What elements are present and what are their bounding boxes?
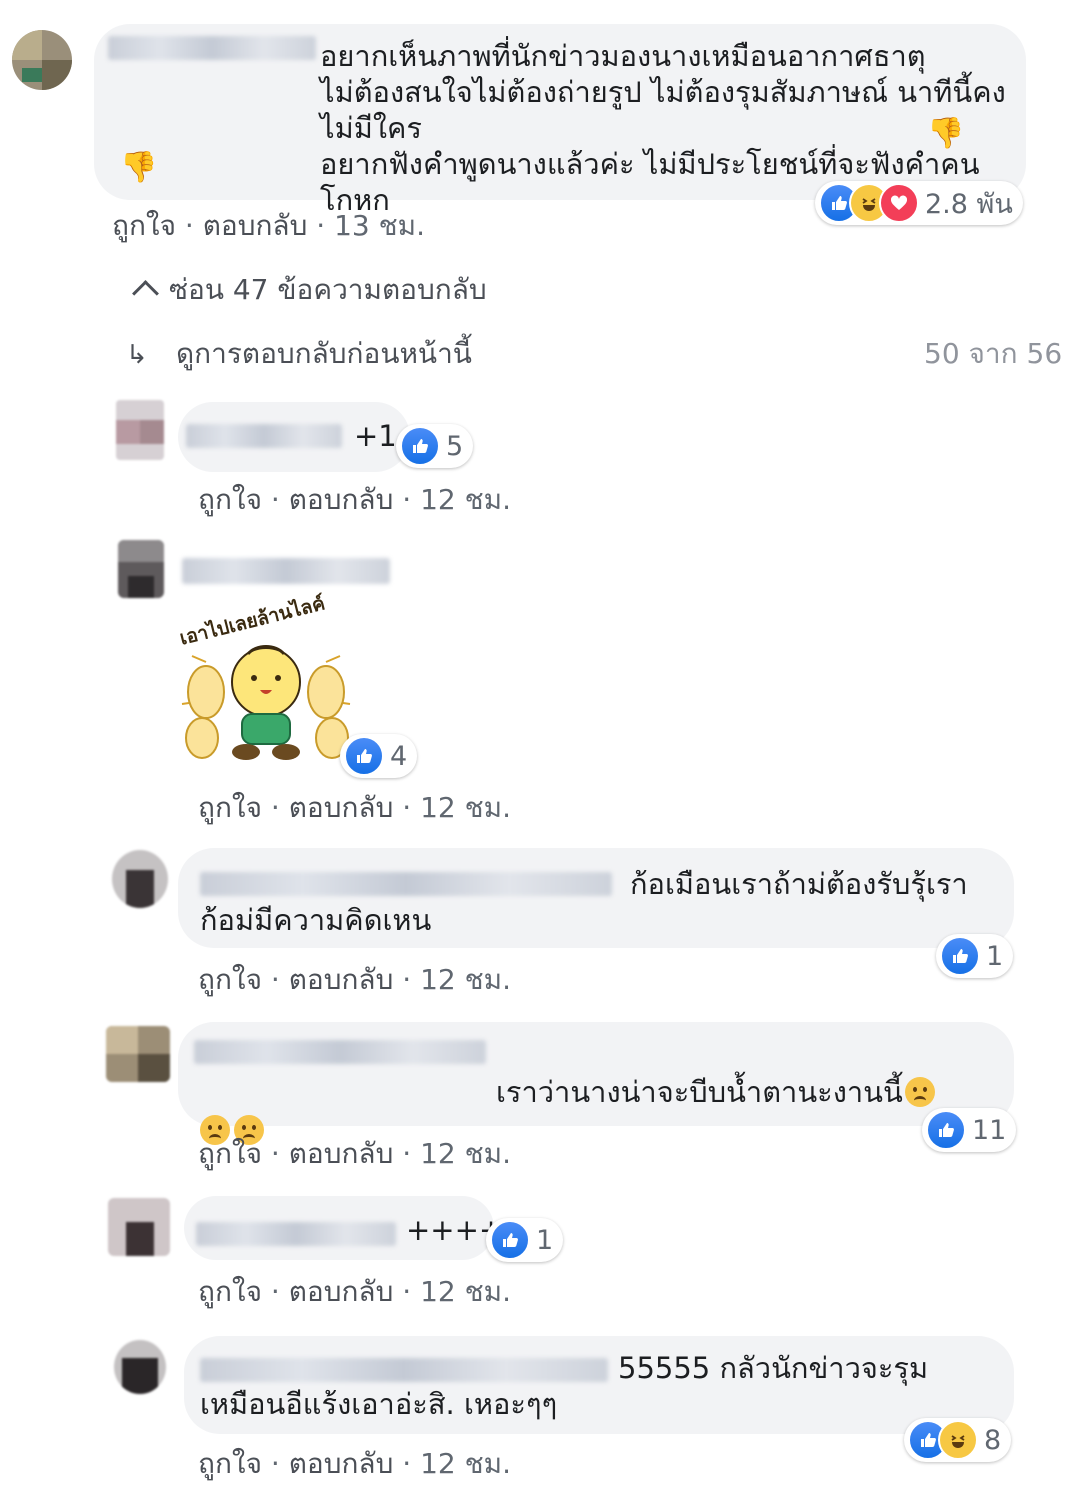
reaction-summary[interactable]: 4 <box>340 734 418 778</box>
reply-link[interactable]: ตอบกลับ <box>289 1137 394 1170</box>
avatar[interactable] <box>112 850 168 908</box>
comment-actions: ถูกใจ · ตอบกลับ · 12 ชม. <box>198 1442 511 1486</box>
reaction-count: 8 <box>984 1424 1002 1456</box>
reaction-count: 11 <box>972 1114 1007 1146</box>
reaction-summary[interactable]: 5 <box>396 424 474 468</box>
hide-replies-label: ซ่อน 47 ข้อความตอบกลับ <box>169 273 487 306</box>
timestamp[interactable]: 13 ชม. <box>334 209 425 242</box>
reply-link[interactable]: ตอบกลับ <box>289 483 394 516</box>
comment-actions: ถูกใจ · ตอบกลับ · 12 ชม. <box>198 1270 511 1314</box>
like-link[interactable]: ถูกใจ <box>198 963 262 996</box>
avatar[interactable] <box>12 30 72 90</box>
like-icon <box>490 1220 530 1260</box>
thumbs-down-icon: 👎 <box>927 116 965 151</box>
reply-link[interactable]: ตอบกลับ <box>203 209 308 242</box>
separator: · <box>402 1137 412 1170</box>
like-link[interactable]: ถูกใจ <box>198 1275 262 1308</box>
sad-face-icon <box>904 1077 935 1107</box>
commenter-name[interactable] <box>108 36 316 60</box>
view-previous-replies-link[interactable]: ↳ ดูการตอบกลับก่อนหน้านี้ <box>126 332 472 376</box>
view-previous-label: ดูการตอบกลับก่อนหน้านี้ <box>176 337 472 370</box>
like-icon <box>940 936 980 976</box>
like-link[interactable]: ถูกใจ <box>198 483 262 516</box>
comment-text: ก้อเมือนเราถ้าม่ต้องรับรุ้เรา ก้อม่มีควา… <box>200 867 968 937</box>
reaction-summary[interactable]: 1 <box>486 1218 564 1262</box>
separator: · <box>402 1275 412 1308</box>
separator: · <box>402 963 412 996</box>
separator: · <box>270 963 280 996</box>
reply-link[interactable]: ตอบกลับ <box>289 1275 394 1308</box>
sticker[interactable]: เอาไปเลยล้านไลค์ <box>176 592 356 774</box>
reaction-summary[interactable]: 11 <box>922 1108 1017 1152</box>
like-link[interactable]: ถูกใจ <box>198 1137 262 1170</box>
separator: · <box>270 791 280 824</box>
reply-arrow-icon: ↳ <box>126 340 148 370</box>
separator: · <box>270 483 280 516</box>
separator: · <box>402 483 412 516</box>
commenter-name[interactable] <box>194 1040 486 1064</box>
timestamp[interactable]: 12 ชม. <box>420 963 511 996</box>
love-icon <box>879 183 919 223</box>
comment-actions: ถูกใจ · ตอบกลับ · 12 ชม. <box>198 786 511 830</box>
like-icon <box>400 426 440 466</box>
comment-text-body: เราว่านางน่าจะบีบน้ำตานะงานนี้ <box>496 1075 903 1109</box>
timestamp[interactable]: 12 ชม. <box>420 483 511 516</box>
timestamp[interactable]: 12 ชม. <box>420 1137 511 1170</box>
comment-actions: ถูกใจ · ตอบกลับ · 12 ชม. <box>198 478 511 522</box>
reaction-count: 5 <box>446 430 464 462</box>
timestamp[interactable]: 12 ชม. <box>420 791 511 824</box>
thumbs-down-icon: 👎 <box>120 150 158 185</box>
like-link[interactable]: ถูกใจ <box>198 1447 262 1480</box>
haha-icon <box>938 1420 978 1460</box>
separator: · <box>184 209 194 242</box>
separator: · <box>270 1447 280 1480</box>
reply-link[interactable]: ตอบกลับ <box>289 791 394 824</box>
like-link[interactable]: ถูกใจ <box>112 209 176 242</box>
avatar[interactable] <box>106 1026 170 1082</box>
commenter-name[interactable] <box>186 424 342 448</box>
like-icon <box>926 1110 966 1150</box>
separator: · <box>402 791 412 824</box>
avatar[interactable] <box>108 1198 170 1256</box>
commenter-name[interactable] <box>196 1222 396 1246</box>
reaction-summary[interactable]: 8 <box>904 1418 1012 1462</box>
separator: · <box>270 1275 280 1308</box>
timestamp[interactable]: 12 ชม. <box>420 1447 511 1480</box>
chevron-up-icon <box>132 280 159 307</box>
comment-text: เราว่านางน่าจะบีบน้ำตานะงานนี้ <box>496 1038 996 1110</box>
reaction-count: 1 <box>986 940 1004 972</box>
avatar[interactable] <box>116 400 164 460</box>
avatar[interactable] <box>118 540 164 598</box>
comment-actions: ถูกใจ · ตอบกลับ · 13 ชม. <box>112 204 425 248</box>
separator: · <box>270 1137 280 1170</box>
like-link[interactable]: ถูกใจ <box>198 791 262 824</box>
reply-pagination: 50 จาก 56 <box>924 337 1063 370</box>
comment-actions: ถูกใจ · ตอบกลับ · 12 ชม. <box>198 1132 511 1176</box>
reply-link[interactable]: ตอบกลับ <box>289 963 394 996</box>
reaction-summary[interactable]: 2.8 พัน <box>815 181 1023 225</box>
comment-text: 55555 กลัวนักข่าวจะรุม เหมือนอีแร้งเอาอ่… <box>200 1351 929 1421</box>
hide-replies-link[interactable]: ซ่อน 47 ข้อความตอบกลับ <box>132 268 487 312</box>
reaction-count: 1 <box>536 1224 554 1256</box>
reply-link[interactable]: ตอบกลับ <box>289 1447 394 1480</box>
reaction-count: 4 <box>390 740 408 772</box>
commenter-name[interactable] <box>182 558 390 584</box>
reaction-summary[interactable]: 1 <box>936 934 1014 978</box>
reaction-count: 2.8 พัน <box>925 188 1013 220</box>
timestamp[interactable]: 12 ชม. <box>420 1275 511 1308</box>
like-icon <box>344 736 384 776</box>
separator: · <box>402 1447 412 1480</box>
comment-text: +1 <box>354 419 397 453</box>
comment-actions: ถูกใจ · ตอบกลับ · 12 ชม. <box>198 958 511 1002</box>
separator: · <box>316 209 326 242</box>
avatar[interactable] <box>114 1340 166 1394</box>
